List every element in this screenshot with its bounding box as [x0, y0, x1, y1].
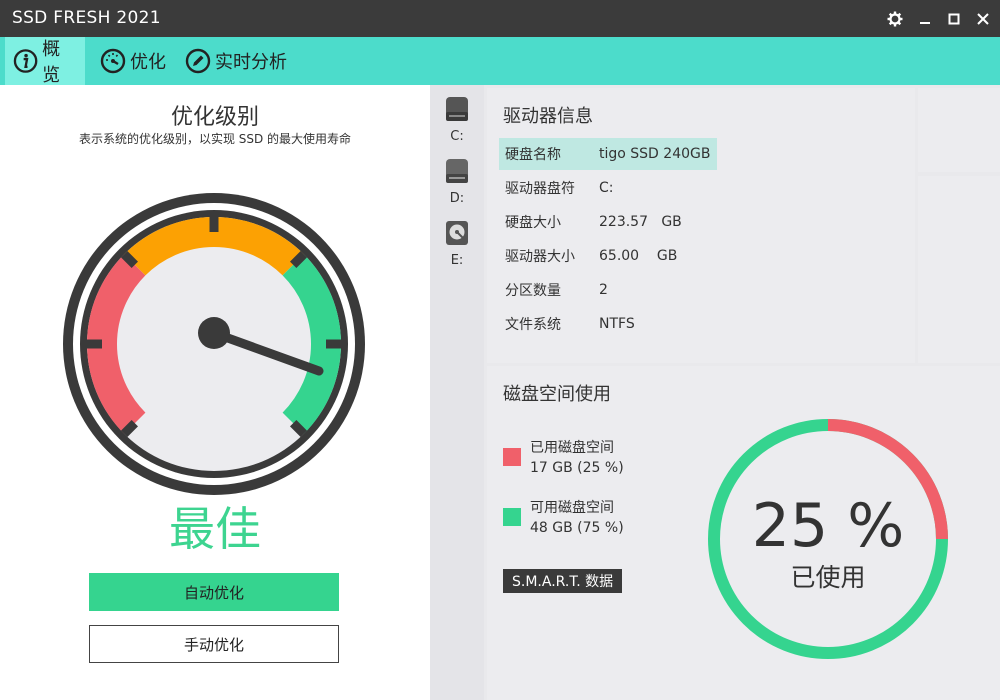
used-caption: 已使用 [790, 563, 866, 592]
pencil-icon [185, 48, 211, 74]
info-value: NTFS [599, 316, 635, 332]
tab-overview-label: 概览 [42, 39, 61, 86]
info-row-disk-name: 硬盘名称 tigo SSD 240GB [499, 138, 717, 170]
info-value: 65.00 GB [599, 248, 678, 264]
info-key: 硬盘大小 [505, 215, 561, 231]
settings-gear-icon[interactable] [881, 5, 909, 32]
info-row-drive-letter: 驱动器盘符 C: [499, 172, 799, 204]
drive-letter-e: E: [450, 253, 464, 268]
optimization-level: 最佳 [169, 502, 261, 556]
minimize-icon[interactable] [911, 5, 939, 32]
info-key: 驱动器盘符 [505, 181, 575, 197]
drive-item-e[interactable]: E: [436, 219, 478, 268]
side-panel-bottom [918, 176, 1000, 363]
info-row-file-system: 文件系统 NTFS [499, 308, 799, 340]
close-icon[interactable] [969, 5, 997, 32]
hard-drive-icon [446, 159, 468, 183]
info-key: 驱动器大小 [505, 249, 575, 265]
tab-optimize-label: 优化 [130, 52, 166, 73]
drive-letter-d: D: [449, 191, 465, 206]
tab-realtime-analysis-label: 实时分析 [215, 52, 287, 73]
tab-overview[interactable]: 概览 [5, 37, 85, 86]
legend-used-value: 17 GB (25 %) [530, 460, 624, 476]
manual-optimize-button[interactable]: 手动优化 [89, 625, 339, 663]
optimization-description: 表示系统的优化级别，以实现 SSD 的最大使用寿命 [78, 132, 352, 146]
optimization-gauge [63, 193, 365, 495]
drive-item-d[interactable]: D: [436, 157, 478, 206]
auto-optimize-button[interactable]: 自动优化 [89, 573, 339, 611]
tab-optimize[interactable]: 优化 [92, 37, 174, 85]
drive-letter-c: C: [450, 129, 464, 144]
nav-bar: 概览 优化 实时分析 [0, 37, 1000, 86]
disk-usage-title: 磁盘空间使用 [503, 384, 611, 405]
maximize-icon[interactable] [940, 5, 968, 32]
info-key: 分区数量 [505, 283, 561, 299]
info-value: tigo SSD 240GB [599, 146, 711, 162]
info-value: 223.57 GB [599, 214, 682, 230]
info-value: C: [599, 180, 614, 196]
drive-item-c[interactable]: C: [436, 95, 478, 144]
tab-realtime-analysis[interactable]: 实时分析 [177, 37, 295, 85]
legend-free-value: 48 GB (75 %) [530, 520, 624, 536]
info-row-disk-size: 硬盘大小 223.57 GB [499, 206, 799, 238]
legend-used-label: 已用磁盘空间 [530, 440, 614, 456]
drive-info-title: 驱动器信息 [503, 106, 593, 127]
title-bar: SSD FRESH 2021 [0, 0, 1000, 37]
app-title: SSD FRESH 2021 [12, 8, 161, 28]
hard-drive-icon [446, 97, 468, 121]
legend-free-swatch [503, 508, 521, 526]
legend-free-label: 可用磁盘空间 [530, 500, 614, 516]
info-key: 文件系统 [505, 317, 561, 333]
info-key: 硬盘名称 [505, 147, 561, 163]
legend-used-swatch [503, 448, 521, 466]
info-value: 2 [599, 282, 608, 298]
optimization-panel: 优化级别 表示系统的优化级别，以实现 SSD 的最大使用寿命 最佳 自动优化 手… [0, 85, 430, 700]
gauge-needle-hub [198, 317, 230, 349]
speedometer-icon [100, 48, 126, 74]
drive-info-panel: 驱动器信息 硬盘名称 tigo SSD 240GB 驱动器盘符 C: 硬盘大小 … [487, 88, 915, 363]
drive-list: C: D: E: [430, 85, 484, 700]
optimization-title: 优化级别 [170, 105, 259, 130]
legend-used: 已用磁盘空间 17 GB (25 %) [503, 438, 624, 478]
disk-usage-panel: 磁盘空间使用 已用磁盘空间 17 GB (25 %) 可用磁盘空间 48 GB … [487, 366, 1000, 700]
info-row-partition-count: 分区数量 2 [499, 274, 799, 306]
info-row-drive-size: 驱动器大小 65.00 GB [499, 240, 799, 272]
side-panel-top [918, 88, 1000, 172]
used-percent: 25 % [751, 491, 905, 561]
info-icon [13, 49, 38, 73]
smart-data-button[interactable]: S.M.A.R.T. 数据 [503, 569, 623, 593]
legend-free: 可用磁盘空间 48 GB (75 %) [503, 498, 624, 538]
disk-platter-icon [446, 221, 468, 245]
